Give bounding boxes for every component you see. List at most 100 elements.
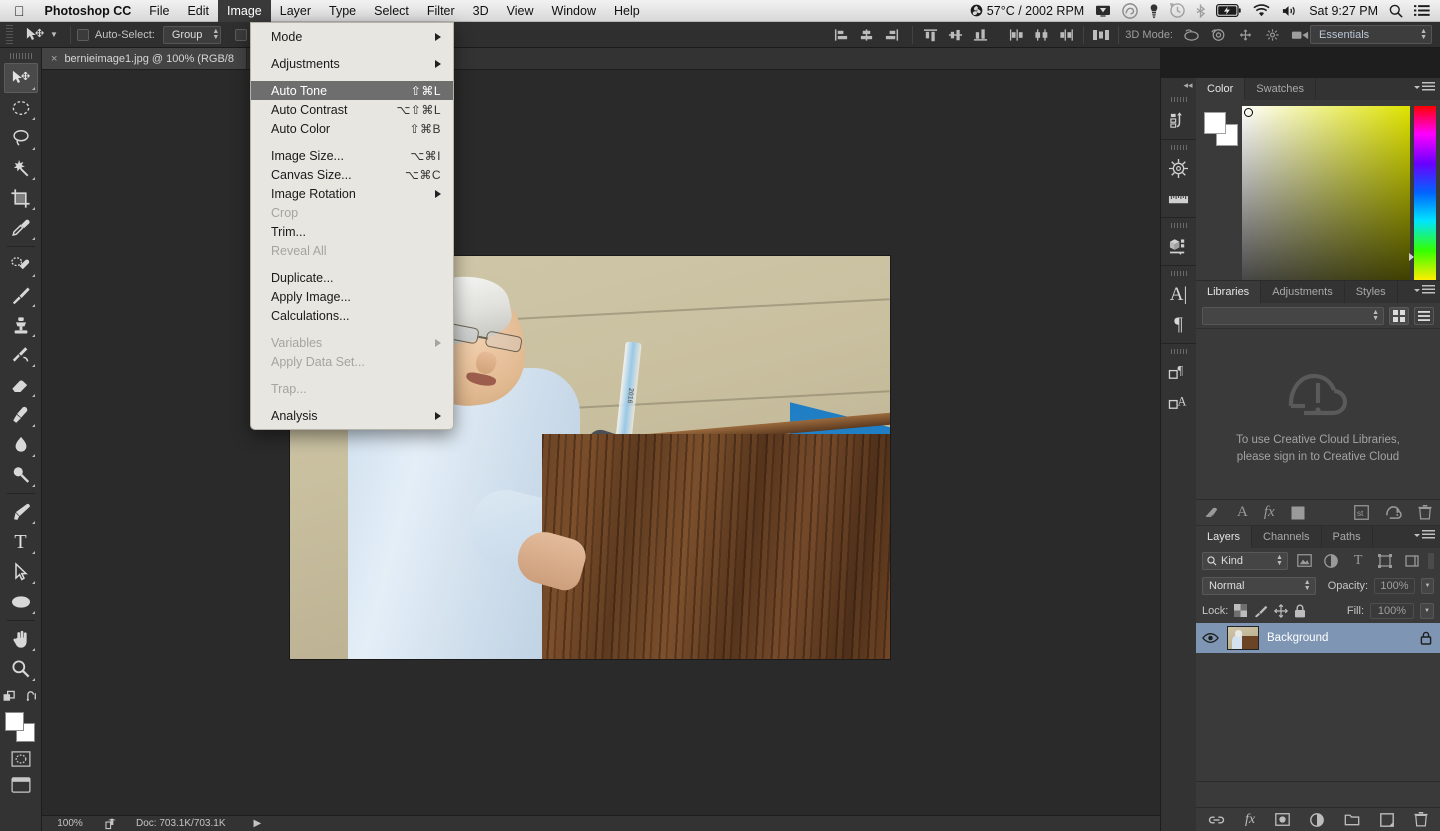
dock-grip[interactable] [1171, 143, 1187, 151]
menu-item-auto-contrast[interactable]: Auto Contrast⌥⇧⌘L [251, 100, 453, 119]
display-icon[interactable] [1095, 4, 1111, 18]
menu-image[interactable]: Image [218, 0, 271, 22]
align-top-edges-icon[interactable] [919, 25, 941, 45]
color-picker-field[interactable] [1242, 106, 1410, 280]
panel-foreground-color-swatch[interactable] [1204, 112, 1226, 134]
time-machine-icon[interactable] [1170, 3, 1185, 18]
menu-filter[interactable]: Filter [418, 2, 464, 20]
align-right-edges-icon[interactable] [880, 25, 902, 45]
bluetooth-icon[interactable] [1196, 3, 1205, 18]
measurement-log-icon[interactable] [1164, 183, 1194, 213]
zoom-tool[interactable] [4, 654, 38, 684]
new-layer-icon[interactable] [1380, 813, 1394, 827]
image-menu-dropdown[interactable]: Mode Adjustments Auto Tone⇧⌘LAuto Contrast… [250, 22, 454, 430]
history-brush-tool[interactable] [4, 340, 38, 370]
fill-stepper[interactable]: ▼ [1420, 603, 1434, 619]
menu-item-auto-tone[interactable]: Auto Tone⇧⌘L [251, 81, 453, 100]
collapse-panels-icon[interactable]: ◂◂ [1161, 78, 1197, 92]
layer-filter-toggle[interactable] [1428, 553, 1434, 569]
eraser-tool[interactable] [4, 370, 38, 400]
hue-slider[interactable] [1414, 106, 1436, 280]
color-picker-handle[interactable] [1244, 108, 1253, 117]
tab-layers[interactable]: Layers [1196, 526, 1252, 548]
lock-all-icon[interactable] [1294, 604, 1306, 618]
tab-adjustments[interactable]: Adjustments [1261, 281, 1345, 303]
eye-visibility-icon[interactable] [1202, 632, 1219, 644]
menu-help[interactable]: Help [605, 2, 649, 20]
elliptical-marquee-tool[interactable] [4, 93, 38, 123]
distribute-spacing-icon[interactable] [1090, 25, 1112, 45]
spot-healing-brush-tool[interactable] [4, 250, 38, 280]
lightbulb-icon[interactable] [1149, 3, 1159, 19]
opacity-value-field[interactable]: 100% [1374, 578, 1415, 594]
distribute-right-icon[interactable] [1055, 25, 1077, 45]
gradient-tool[interactable] [4, 400, 38, 430]
tab-styles[interactable]: Styles [1345, 281, 1398, 303]
3d-pan-icon[interactable] [1237, 28, 1254, 42]
menu-item-image-size[interactable]: Image Size...⌥⌘I [251, 146, 453, 165]
clone-stamp-tool[interactable] [4, 310, 38, 340]
align-horizontal-centers-icon[interactable] [855, 25, 877, 45]
show-transform-checkbox[interactable] [235, 29, 247, 41]
new-group-icon[interactable] [1344, 813, 1360, 826]
distribute-left-icon[interactable] [1005, 25, 1027, 45]
align-left-edges-icon[interactable] [830, 25, 852, 45]
fill-value-field[interactable]: 100% [1370, 603, 1414, 619]
menu-bar-clock[interactable]: Sat 9:27 PM [1309, 4, 1378, 18]
menu-item-duplicate[interactable]: Duplicate... [251, 268, 453, 287]
filter-shape-icon[interactable] [1375, 552, 1396, 570]
zoom-level-field[interactable]: 100% [42, 818, 98, 829]
layer-fx-icon[interactable]: fx [1245, 812, 1255, 828]
document-tab[interactable]: × bernieimage1.jpg @ 100% (RGB/8 [42, 48, 247, 69]
dodge-tool[interactable] [4, 460, 38, 490]
dock-grip[interactable] [1171, 95, 1187, 103]
layer-name[interactable]: Background [1267, 632, 1412, 644]
menu-item-image-rotation[interactable]: Image Rotation [251, 184, 453, 203]
menu-item-calculations[interactable]: Calculations... [251, 306, 453, 325]
menu-file[interactable]: File [140, 2, 178, 20]
delete-layer-icon[interactable] [1414, 812, 1428, 827]
add-mask-icon[interactable] [1204, 505, 1221, 520]
filter-pixel-icon[interactable] [1294, 552, 1315, 570]
3d-roll-icon[interactable] [1210, 28, 1227, 42]
auto-select-checkbox[interactable] [77, 29, 89, 41]
color-panel-swatches[interactable] [1196, 106, 1242, 280]
current-tool-preset[interactable]: ▼ [18, 26, 64, 44]
menu-item-apply-image[interactable]: Apply Image... [251, 287, 453, 306]
lock-image-pixels-icon[interactable] [1253, 604, 1268, 618]
menu-item-analysis[interactable]: Analysis [251, 406, 453, 425]
spotlight-search-icon[interactable] [1389, 4, 1403, 18]
add-layer-mask-icon[interactable] [1275, 813, 1290, 826]
properties-icon[interactable] [1164, 231, 1194, 261]
styles-icon[interactable]: st [1354, 505, 1369, 520]
menu-item-adjustments[interactable]: Adjustments [251, 54, 453, 73]
filter-adjustment-icon[interactable] [1321, 552, 1342, 570]
menu-item-trim[interactable]: Trim... [251, 222, 453, 241]
hand-tool[interactable] [4, 624, 38, 654]
blend-mode-dropdown[interactable]: Normal ▲▼ [1202, 577, 1316, 595]
creative-cloud-icon[interactable] [1122, 3, 1138, 19]
share-icon[interactable] [98, 818, 124, 830]
grid-view-icon[interactable] [1389, 307, 1409, 325]
menu-3d[interactable]: 3D [464, 2, 498, 20]
move-tool[interactable] [4, 63, 38, 93]
crop-tool[interactable] [4, 183, 38, 213]
menu-edit[interactable]: Edit [178, 2, 218, 20]
tab-paths[interactable]: Paths [1322, 526, 1373, 548]
opacity-stepper[interactable]: ▼ [1421, 578, 1434, 594]
paragraph-panel-icon[interactable]: ¶ [1164, 309, 1194, 339]
color-swatches[interactable] [5, 712, 37, 742]
layer-filter-kind-dropdown[interactable]: Kind ▲▼ [1202, 552, 1288, 570]
delete-icon[interactable] [1418, 505, 1432, 520]
menu-view[interactable]: View [498, 2, 543, 20]
menu-type[interactable]: Type [320, 2, 365, 20]
magic-wand-tool[interactable] [4, 153, 38, 183]
ellipse-shape-tool[interactable] [4, 587, 38, 617]
eyedropper-tool[interactable] [4, 213, 38, 243]
tools-panel-grip[interactable] [10, 51, 32, 60]
new-adjustment-layer-icon[interactable] [1310, 813, 1324, 827]
tab-color[interactable]: Color [1196, 78, 1245, 100]
menu-item-mode[interactable]: Mode [251, 27, 453, 46]
canvas-area[interactable]: 2016 A FUTURE TO BELIEVE IN [42, 70, 1160, 815]
filter-smart-object-icon[interactable] [1401, 552, 1422, 570]
